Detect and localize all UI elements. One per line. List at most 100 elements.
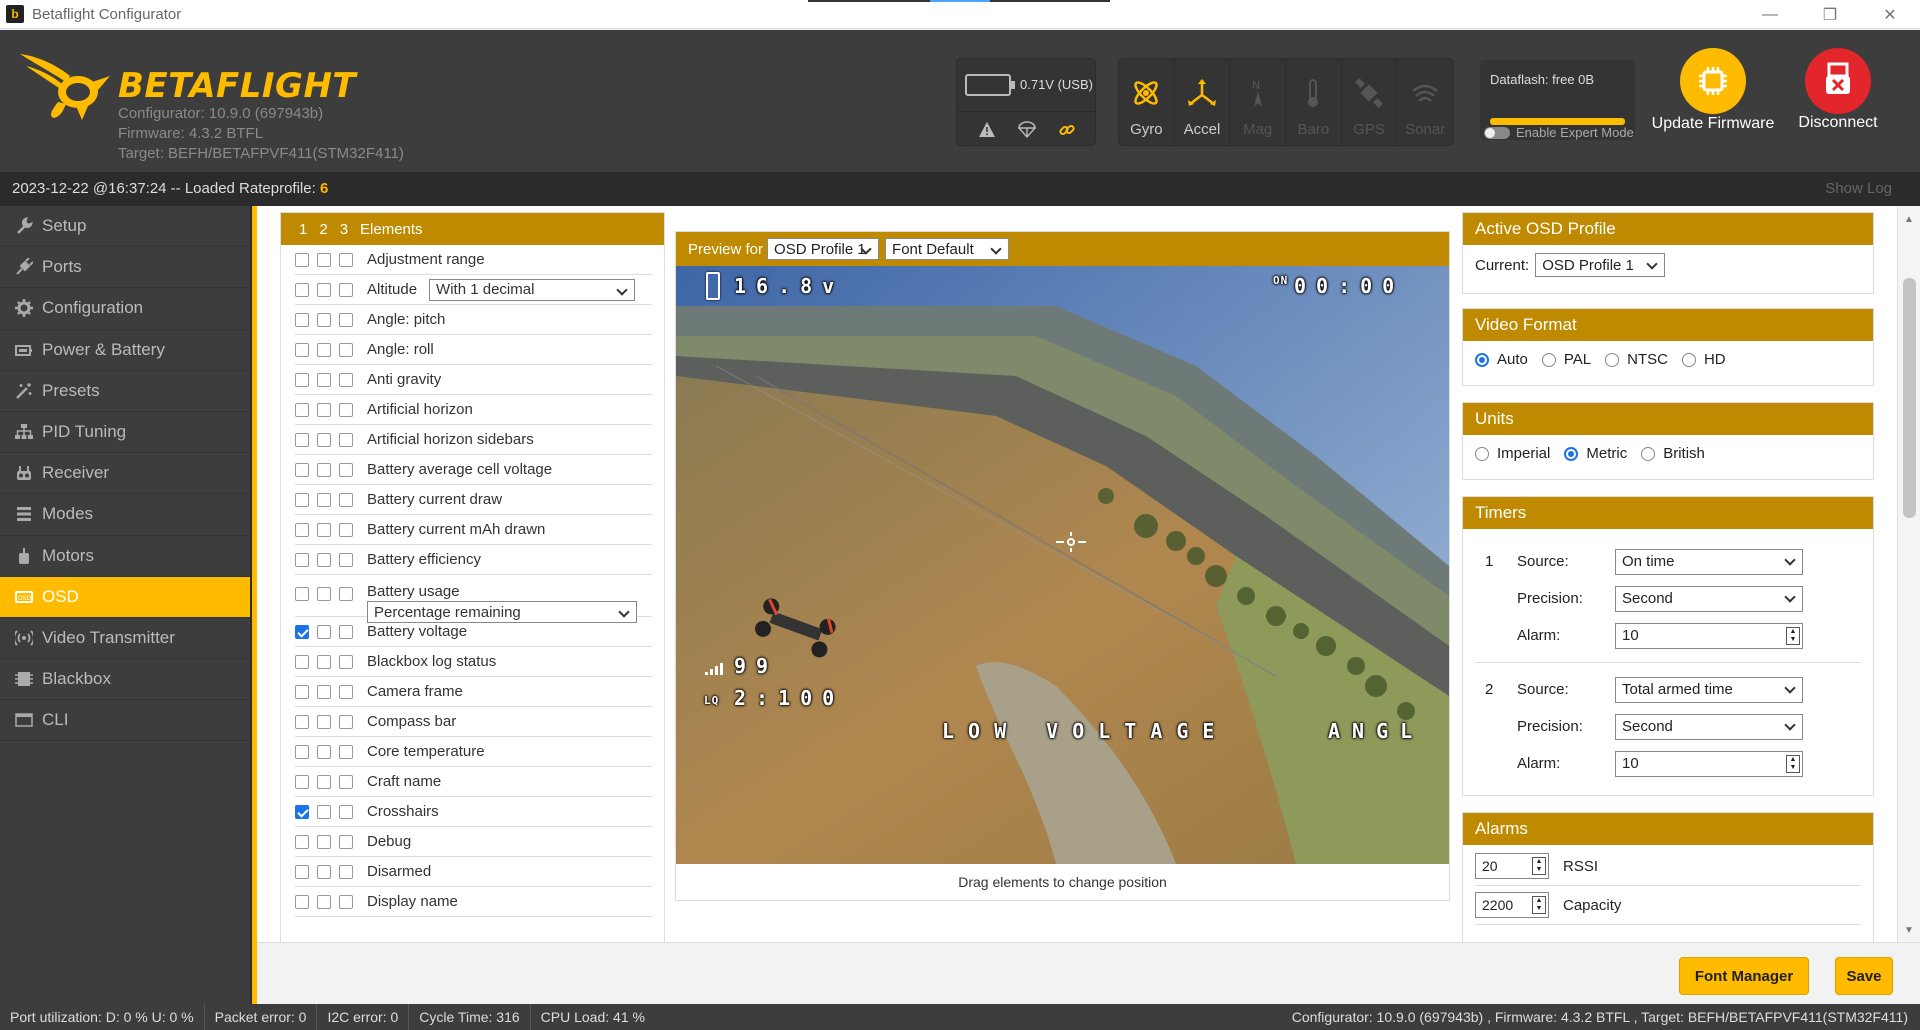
timer-1-alarm-input[interactable]: 10 ▲ ▼ bbox=[1615, 622, 1803, 649]
save-button[interactable]: Save bbox=[1835, 957, 1893, 995]
sidebar-item-receiver[interactable]: Receiver bbox=[0, 453, 250, 495]
profile-1-checkbox[interactable] bbox=[295, 744, 309, 759]
close-button[interactable]: ✕ bbox=[1860, 0, 1920, 29]
osd-timer[interactable]: 00:00 bbox=[1294, 274, 1404, 298]
profile-3-checkbox[interactable] bbox=[339, 462, 353, 477]
radio-imperial[interactable] bbox=[1475, 446, 1489, 461]
radio-auto[interactable] bbox=[1475, 352, 1489, 367]
radio-british[interactable] bbox=[1641, 446, 1656, 461]
profile-2-checkbox[interactable] bbox=[317, 587, 331, 601]
osd-battery-voltage[interactable]: 16.8v bbox=[734, 274, 844, 298]
sidebar-item-configuration[interactable]: Configuration bbox=[0, 288, 250, 330]
profile-3-checkbox[interactable] bbox=[339, 522, 353, 537]
profile-3-checkbox[interactable] bbox=[339, 684, 353, 699]
profile-2-checkbox[interactable] bbox=[317, 522, 331, 537]
profile-2-checkbox[interactable] bbox=[317, 462, 331, 477]
profile-1-checkbox[interactable] bbox=[295, 714, 309, 729]
profile-1-checkbox[interactable] bbox=[295, 684, 309, 699]
sidebar-item-modes[interactable]: Modes bbox=[0, 494, 250, 536]
spinner-icon[interactable]: ▲ ▼ bbox=[1532, 857, 1546, 875]
scroll-down-icon[interactable]: ▼ bbox=[1904, 925, 1914, 936]
profile-2-checkbox[interactable] bbox=[317, 312, 331, 327]
profile-3-checkbox[interactable] bbox=[339, 654, 353, 669]
video-format-ntsc[interactable]: NTSC bbox=[1605, 351, 1668, 368]
radio-ntsc[interactable] bbox=[1605, 352, 1620, 367]
profile-1-checkbox[interactable] bbox=[295, 492, 309, 507]
profile-2-checkbox[interactable] bbox=[317, 552, 331, 567]
osd-flight-mode[interactable]: ANGL bbox=[1328, 719, 1424, 743]
profile-1-checkbox[interactable] bbox=[295, 282, 309, 297]
profile-3-checkbox[interactable] bbox=[339, 804, 353, 819]
tab-profile-2[interactable]: 2 bbox=[319, 221, 327, 238]
units-british[interactable]: British bbox=[1641, 445, 1705, 462]
expert-mode-switch[interactable] bbox=[1484, 126, 1510, 139]
font-select[interactable]: Font Default bbox=[885, 238, 1010, 260]
osd-flytime[interactable]: 2:100 bbox=[734, 686, 844, 710]
sidebar-item-pid-tuning[interactable]: PID Tuning bbox=[0, 412, 250, 454]
profile-1-checkbox[interactable] bbox=[295, 522, 309, 537]
sidebar-item-video-transmitter[interactable]: Video Transmitter bbox=[0, 618, 250, 660]
profile-2-checkbox[interactable] bbox=[317, 804, 331, 819]
profile-1-checkbox[interactable] bbox=[295, 587, 309, 601]
osd-preview-image[interactable]: 16.8v ON 00:00 99 LQ 2:100 LOW VOLTAGE A… bbox=[676, 266, 1449, 864]
profile-3-checkbox[interactable] bbox=[339, 312, 353, 327]
radio-pal[interactable] bbox=[1541, 352, 1556, 367]
osd-rssi[interactable]: 99 bbox=[734, 654, 778, 678]
sidebar-item-motors[interactable]: Motors bbox=[0, 536, 250, 577]
timer-1-precision-select[interactable]: Second bbox=[1615, 585, 1803, 612]
profile-2-checkbox[interactable] bbox=[317, 432, 331, 447]
profile-2-checkbox[interactable] bbox=[317, 252, 331, 267]
timer-1-source-select[interactable]: On time bbox=[1615, 548, 1803, 575]
profile-3-checkbox[interactable] bbox=[339, 864, 353, 879]
show-log-link[interactable]: Show Log bbox=[1825, 180, 1892, 197]
content-scrollbar[interactable]: ▲ ▼ bbox=[1897, 206, 1920, 942]
video-format-pal[interactable]: PAL bbox=[1541, 351, 1591, 368]
profile-1-checkbox[interactable] bbox=[295, 864, 309, 879]
profile-1-checkbox[interactable] bbox=[295, 252, 309, 267]
profile-3-checkbox[interactable] bbox=[339, 714, 353, 729]
sidebar-item-presets[interactable]: Presets bbox=[0, 371, 250, 412]
sidebar-item-blackbox[interactable]: Blackbox bbox=[0, 659, 250, 701]
spinner-icon[interactable]: ▲ ▼ bbox=[1786, 626, 1800, 645]
video-format-auto[interactable]: Auto bbox=[1475, 351, 1528, 368]
profile-3-checkbox[interactable] bbox=[339, 342, 353, 357]
maximize-button[interactable]: ❐ bbox=[1800, 0, 1860, 29]
profile-1-checkbox[interactable] bbox=[295, 624, 309, 639]
profile-2-checkbox[interactable] bbox=[317, 744, 331, 759]
profile-2-checkbox[interactable] bbox=[317, 402, 331, 417]
element-variant-select[interactable]: With 1 decimal bbox=[429, 278, 636, 301]
preview-profile-select[interactable]: OSD Profile 1 bbox=[767, 238, 880, 260]
profile-2-checkbox[interactable] bbox=[317, 342, 331, 357]
profile-2-checkbox[interactable] bbox=[317, 774, 331, 789]
profile-3-checkbox[interactable] bbox=[339, 624, 353, 639]
profile-3-checkbox[interactable] bbox=[339, 492, 353, 507]
active-profile-select[interactable]: OSD Profile 1 bbox=[1535, 253, 1666, 277]
update-firmware-button[interactable] bbox=[1680, 48, 1746, 114]
scroll-up-icon[interactable]: ▲ bbox=[1904, 214, 1914, 225]
scrollbar-thumb[interactable] bbox=[1903, 278, 1916, 518]
crosshairs-icon[interactable] bbox=[1056, 530, 1086, 554]
profile-1-checkbox[interactable] bbox=[295, 552, 309, 567]
profile-3-checkbox[interactable] bbox=[339, 372, 353, 387]
osd-battery-icon[interactable] bbox=[706, 272, 720, 300]
profile-3-checkbox[interactable] bbox=[339, 282, 353, 297]
disconnect-button[interactable] bbox=[1805, 48, 1871, 114]
radio-hd[interactable] bbox=[1681, 352, 1696, 367]
disconnect-label[interactable]: Disconnect bbox=[1778, 114, 1898, 132]
tab-profile-3[interactable]: 3 bbox=[340, 221, 348, 238]
profile-1-checkbox[interactable] bbox=[295, 774, 309, 789]
profile-1-checkbox[interactable] bbox=[295, 432, 309, 447]
alarm-rssi-input[interactable]: 20 ▲ ▼ bbox=[1475, 853, 1549, 879]
profile-1-checkbox[interactable] bbox=[295, 894, 309, 909]
profile-3-checkbox[interactable] bbox=[339, 587, 353, 601]
tab-profile-1[interactable]: 1 bbox=[299, 221, 307, 238]
sidebar-item-ports[interactable]: Ports bbox=[0, 247, 250, 289]
profile-1-checkbox[interactable] bbox=[295, 834, 309, 849]
minimize-button[interactable]: — bbox=[1740, 0, 1800, 29]
profile-2-checkbox[interactable] bbox=[317, 624, 331, 639]
units-metric[interactable]: Metric bbox=[1564, 445, 1627, 462]
spinner-icon[interactable]: ▲ ▼ bbox=[1532, 896, 1546, 914]
units-imperial[interactable]: Imperial bbox=[1475, 445, 1550, 462]
profile-2-checkbox[interactable] bbox=[317, 654, 331, 669]
sidebar-item-setup[interactable]: Setup bbox=[0, 206, 250, 248]
